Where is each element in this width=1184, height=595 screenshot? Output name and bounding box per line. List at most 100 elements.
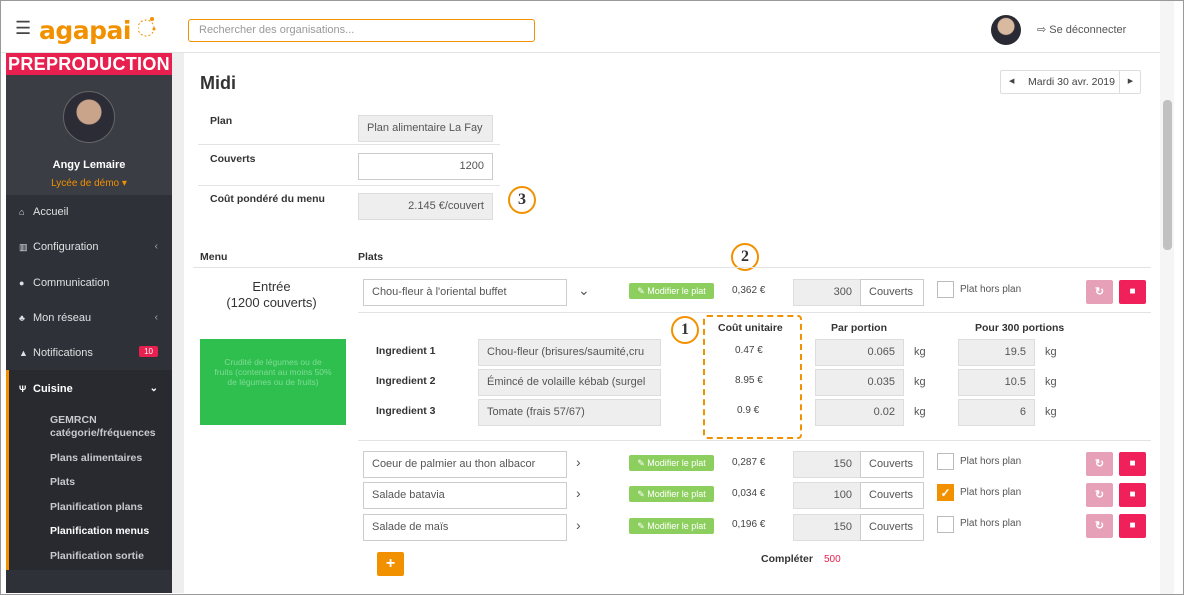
divider <box>193 267 1151 268</box>
notification-badge: 10 <box>139 346 158 357</box>
refresh-button[interactable]: ↻ <box>1086 483 1113 507</box>
refresh-button[interactable]: ↻ <box>1086 514 1113 538</box>
chat-icon: ● <box>19 278 25 288</box>
delete-button[interactable]: ■ <box>1119 514 1146 538</box>
logout-icon: ⇨ <box>1037 24 1047 36</box>
couverts-count[interactable]: 150 <box>793 451 861 478</box>
search-input[interactable]: Rechercher des organisations... <box>188 19 535 42</box>
subnav-planification-menus[interactable]: Planification menus <box>50 525 149 538</box>
refresh-icon: ↻ <box>1094 489 1105 501</box>
school-dropdown[interactable]: Lycée de démo ▾ <box>6 178 172 189</box>
sidebar-item-cuisine[interactable]: Ψ Cuisine ⌄ <box>6 383 172 395</box>
sidebar-item-accueil[interactable]: ⌂ Accueil <box>6 206 172 218</box>
plat-select[interactable]: Salade de maïs <box>363 514 567 541</box>
chevron-right-icon[interactable]: › <box>576 485 581 501</box>
ingredient-name: Chou-fleur (brisures/saumité,cru <box>478 339 661 366</box>
sidebar-gutter <box>172 53 184 593</box>
couverts-label: Couverts <box>210 153 256 165</box>
plat-price: 0,034 € <box>732 488 766 499</box>
hors-plan-label: Plat hors plan <box>960 284 1022 295</box>
prev-day-icon[interactable]: ◀ <box>1009 77 1014 85</box>
plat-price: 0,196 € <box>732 519 766 530</box>
divider <box>198 185 500 186</box>
subnav-planification-sortie[interactable]: Planification sortie <box>50 550 144 563</box>
next-day-icon[interactable]: ▶ <box>1119 71 1141 93</box>
bell-icon: ▲ <box>19 348 28 358</box>
user-avatar[interactable] <box>991 15 1021 45</box>
current-date: Mardi 30 avr. 2019 <box>1028 76 1115 88</box>
modifier-plat-button[interactable]: ✎ Modifier le plat <box>629 455 714 471</box>
chevron-left-icon: ‹ <box>154 312 158 323</box>
couverts-count[interactable]: 100 <box>793 482 861 509</box>
sidebar-item-label: Cuisine <box>33 383 73 395</box>
subnav-plats[interactable]: Plats <box>50 476 75 489</box>
scrollbar-thumb[interactable] <box>1163 100 1172 250</box>
sidebar-item-mon-reseau[interactable]: ♣ Mon réseau ‹ <box>6 312 172 324</box>
sidebar-item-notifications[interactable]: ▲ Notifications 10 <box>6 346 172 359</box>
delete-button[interactable]: ■ <box>1119 483 1146 507</box>
ingredient-cout: 0.9 € <box>737 405 760 416</box>
chevron-right-icon[interactable]: › <box>576 517 581 533</box>
logout-link[interactable]: ⇨ Se déconnecter <box>1037 23 1126 36</box>
sidebar-item-configuration[interactable]: ▥ Configuration ‹ <box>6 241 172 253</box>
modifier-plat-button[interactable]: ✎ Modifier le plat <box>629 518 714 534</box>
sidebar-item-communication[interactable]: ● Communication <box>6 277 172 289</box>
add-plat-button[interactable]: + <box>377 552 404 576</box>
plan-field: Plan alimentaire La Fay <box>358 115 493 142</box>
couverts-input[interactable]: 1200 <box>358 153 493 180</box>
modifier-plat-button[interactable]: ✎ Modifier le plat <box>629 283 714 299</box>
subnav-plans-alimentaires[interactable]: Plans alimentaires <box>50 452 142 465</box>
couverts-unit: Couverts <box>860 514 924 541</box>
logout-label: Se déconnecter <box>1049 24 1127 36</box>
modifier-plat-button[interactable]: ✎ Modifier le plat <box>629 486 714 502</box>
refresh-button[interactable]: ↻ <box>1086 280 1113 304</box>
couverts-unit: Couverts <box>860 279 924 306</box>
hors-plan-checkbox[interactable] <box>937 516 954 533</box>
hors-plan-checkbox[interactable] <box>937 281 954 298</box>
check-icon: ✓ <box>940 486 951 500</box>
refresh-button[interactable]: ↻ <box>1086 452 1113 476</box>
chevron-down-icon[interactable]: ⌄ <box>578 282 590 299</box>
home-icon: ⌂ <box>19 207 25 217</box>
users-icon: ♣ <box>19 313 25 323</box>
sidebar-item-label: Notifications <box>33 347 93 359</box>
couverts-unit: Couverts <box>860 482 924 509</box>
menu-column-header: Menu <box>200 251 228 263</box>
callout-1: 1 <box>671 316 699 344</box>
ingredient-portion: 0.065 <box>815 339 904 366</box>
subnav-label: GEMRCN <box>50 414 97 426</box>
unit-label: kg <box>1045 376 1057 388</box>
chevron-left-icon: ‹ <box>154 241 158 252</box>
plats-column-header: Plats <box>358 251 384 263</box>
page-title: Midi <box>200 73 236 93</box>
logo[interactable]: agapai <box>39 16 131 45</box>
plat-select[interactable]: Coeur de palmier au thon albacor <box>363 451 567 478</box>
hors-plan-checkbox[interactable]: ✓ <box>937 484 954 501</box>
trash-icon: ■ <box>1129 458 1136 469</box>
plat-select[interactable]: Chou-fleur à l'oriental buffet <box>363 279 567 306</box>
callout-3: 3 <box>508 186 536 214</box>
date-navigator: ◀ Mardi 30 avr. 2019 ▶ <box>1000 70 1141 94</box>
ingredient-cout: 0.47 € <box>735 345 763 356</box>
delete-button[interactable]: ■ <box>1119 280 1146 304</box>
subnav-gemrcn[interactable]: GEMRCN catégorie/fréquences <box>50 414 156 440</box>
subnav-planification-plans[interactable]: Planification plans <box>50 501 143 514</box>
profile-avatar <box>63 91 115 143</box>
scrollbar[interactable] <box>1160 1 1174 594</box>
gemrcn-note: Crudité de légumes ou de fruits (contena… <box>200 339 346 425</box>
delete-button[interactable]: ■ <box>1119 452 1146 476</box>
ingredient-name: Émincé de volaille kébab (surgel <box>478 369 661 396</box>
modifier-label: Modifier le plat <box>647 521 706 531</box>
sidebar: PREPRODUCTION Angy Lemaire Lycée de démo… <box>6 53 172 593</box>
couverts-count[interactable]: 300 <box>793 279 861 306</box>
menu-icon[interactable]: ☰ <box>15 19 31 37</box>
profile-name: Angy Lemaire <box>52 159 126 171</box>
divider <box>198 144 500 145</box>
plat-price: 0,287 € <box>732 457 766 468</box>
entree-subtitle: (1200 couverts) <box>226 295 317 310</box>
hors-plan-checkbox[interactable] <box>937 453 954 470</box>
unit-label: kg <box>914 376 926 388</box>
couverts-count[interactable]: 150 <box>793 514 861 541</box>
plat-select[interactable]: Salade batavia <box>363 482 567 509</box>
chevron-right-icon[interactable]: › <box>576 454 581 470</box>
